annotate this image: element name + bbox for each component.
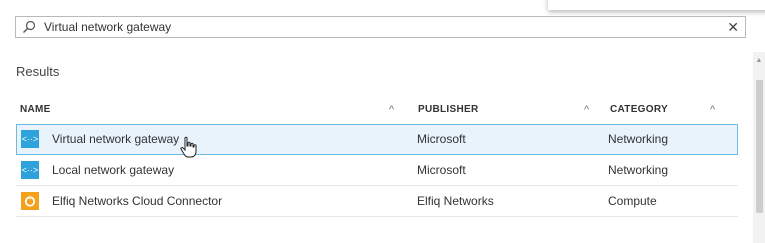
results-table: <··> Virtual network gateway Microsoft N… — [16, 124, 738, 217]
row-category: Networking — [608, 163, 669, 177]
row-category: Networking — [608, 132, 669, 146]
hand-pointer-cursor-icon — [180, 136, 197, 158]
row-name: Local network gateway — [52, 163, 175, 177]
virtual-network-gateway-icon: <··> — [21, 130, 39, 148]
column-header-category[interactable]: CATEGORY — [610, 96, 668, 124]
table-row[interactable]: <··> Local network gateway Microsoft Net… — [16, 155, 738, 186]
search-icon — [23, 20, 36, 33]
row-name: Virtual network gateway — [52, 132, 180, 146]
scroll-up-arrow-icon[interactable]: ▲ — [753, 56, 765, 66]
row-category: Compute — [608, 194, 657, 208]
sort-name-chevron-up-icon[interactable]: ^ — [389, 96, 394, 124]
flyout-panel-edge — [548, 0, 765, 10]
row-publisher: Microsoft — [417, 163, 466, 177]
vertical-scrollbar[interactable]: ▲ — [753, 52, 765, 243]
table-row[interactable]: Elfiq Networks Cloud Connector Elfiq Net… — [16, 186, 738, 217]
row-name: Elfiq Networks Cloud Connector — [52, 194, 223, 208]
power-ring-icon — [24, 195, 36, 207]
local-network-gateway-icon: <··> — [21, 161, 39, 179]
sort-publisher-chevron-up-icon[interactable]: ^ — [584, 96, 589, 124]
row-publisher: Microsoft — [417, 132, 466, 146]
column-header-name[interactable]: NAME — [20, 96, 51, 124]
results-heading: Results — [16, 64, 60, 79]
scrollbar-thumb[interactable] — [756, 80, 763, 213]
sort-category-chevron-up-icon[interactable]: ^ — [710, 96, 715, 124]
table-row[interactable]: <··> Virtual network gateway Microsoft N… — [16, 124, 738, 155]
results-table-header: NAME ^ PUBLISHER ^ CATEGORY ^ — [16, 96, 738, 124]
column-header-publisher[interactable]: PUBLISHER — [418, 96, 478, 124]
elfiq-connector-icon — [21, 192, 39, 210]
search-input[interactable] — [44, 18, 704, 36]
search-box[interactable]: ✕ — [15, 16, 746, 38]
row-publisher: Elfiq Networks — [417, 194, 494, 208]
clear-search-button[interactable]: ✕ — [727, 18, 739, 36]
